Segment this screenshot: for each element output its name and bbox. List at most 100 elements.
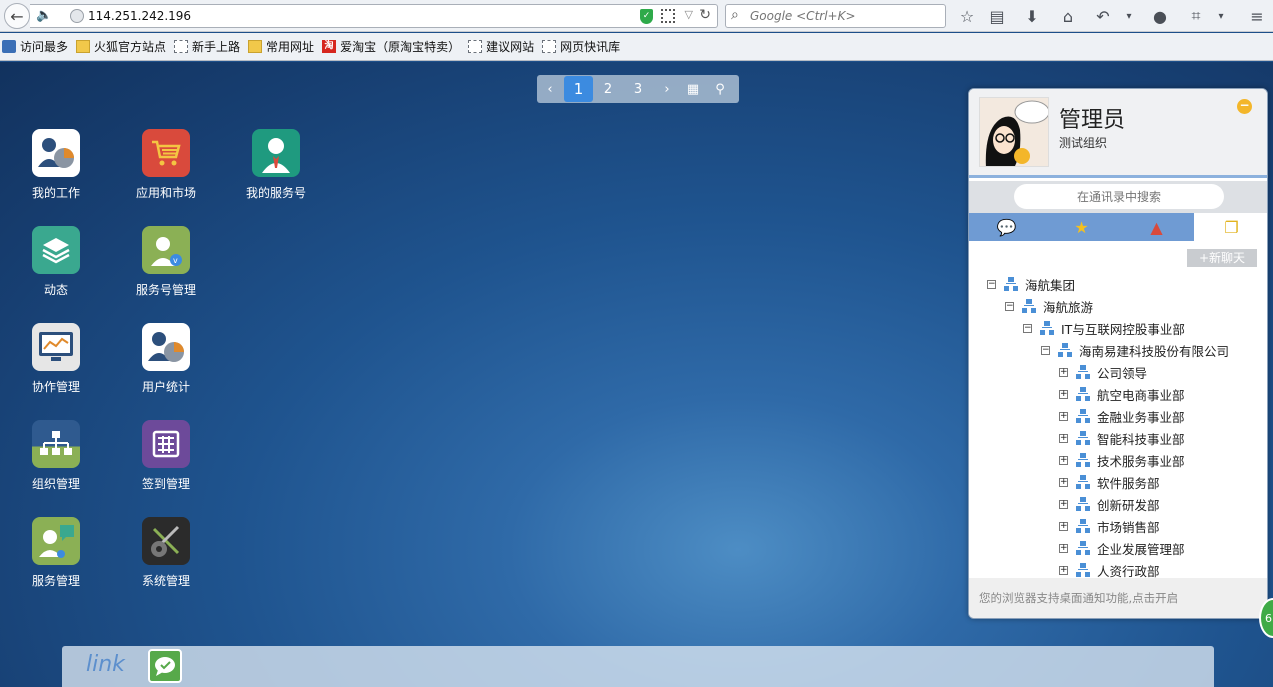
app-my-work[interactable]: 我的工作 <box>6 129 106 201</box>
bookmark-label: 网页快讯库 <box>560 40 621 54</box>
expand-toggle-icon[interactable]: + <box>1059 543 1068 553</box>
search-input[interactable] <box>750 7 940 25</box>
bookmark-star-icon[interactable]: ☆ <box>956 5 978 27</box>
undo-dropdown-icon[interactable]: ▾ <box>1118 5 1140 27</box>
bookmark-getting-started[interactable]: 新手上路 <box>174 38 240 55</box>
shield-icon[interactable]: ✓ <box>640 9 653 24</box>
minimize-button[interactable]: − <box>1237 99 1252 114</box>
tree-node[interactable]: + 技术服务事业部 <box>1059 449 1185 471</box>
app-label: 签到管理 <box>141 477 190 491</box>
tree-node-label: 市场销售部 <box>1097 519 1160 535</box>
app-dynamics[interactable]: 动态 <box>6 226 106 298</box>
collapse-toggle-icon[interactable]: − <box>1005 301 1014 311</box>
url-bar[interactable]: 🔈 114.251.242.196 ✓ ▽ ↻ <box>30 4 718 28</box>
app-system-management[interactable]: 系统管理 <box>116 517 216 589</box>
dock-chat-app[interactable] <box>148 649 182 683</box>
app-label: 我的工作 <box>31 186 80 200</box>
tree-node[interactable]: + 公司领导 <box>1059 361 1147 383</box>
page-button-2[interactable]: 2 <box>597 75 619 103</box>
app-service-account-management[interactable]: v 服务号管理 <box>116 226 216 298</box>
expand-toggle-icon[interactable]: + <box>1059 565 1068 575</box>
bookmark-label: 爱淘宝（原淘宝特卖） <box>340 40 461 54</box>
bookmark-most-visited[interactable]: 访问最多 <box>2 38 68 55</box>
app-checkin-management[interactable]: 签到管理 <box>116 420 216 492</box>
org-unit-icon <box>1075 409 1091 423</box>
notification-prompt[interactable]: 您的浏览器支持桌面通知功能,点击开启 <box>969 578 1267 618</box>
org-unit-icon <box>1075 541 1091 555</box>
tree-node[interactable]: − 海航旅游 <box>1005 295 1093 317</box>
page-button-1[interactable]: 1 <box>564 76 593 102</box>
back-button[interactable]: ← <box>4 3 30 29</box>
tree-node[interactable]: + 金融业务事业部 <box>1059 405 1185 427</box>
tree-node[interactable]: + 人资行政部 <box>1059 559 1160 578</box>
reload-icon[interactable]: ↻ <box>699 7 711 23</box>
tree-node[interactable]: − 海航集团 <box>987 273 1075 295</box>
page-button-3[interactable]: 3 <box>627 75 649 103</box>
tree-node[interactable]: + 航空电商事业部 <box>1059 383 1185 405</box>
collapse-toggle-icon[interactable]: − <box>1041 345 1050 355</box>
expand-toggle-icon[interactable]: + <box>1059 367 1068 377</box>
app-org-management[interactable]: 组织管理 <box>6 420 106 492</box>
site-identity-icon[interactable] <box>70 9 84 23</box>
tools-gear-icon <box>142 517 190 565</box>
speaker-icon[interactable]: 🔈 <box>36 8 52 23</box>
tab-favorites[interactable]: ★ <box>1044 213 1119 241</box>
search-bar[interactable]: ⌕ <box>725 4 946 28</box>
tree-node[interactable]: + 创新研发部 <box>1059 493 1160 515</box>
tree-node[interactable]: + 企业发展管理部 <box>1059 537 1185 559</box>
expand-toggle-icon[interactable]: + <box>1059 455 1068 465</box>
bookmark-common-sites[interactable]: 常用网址 <box>248 38 314 55</box>
bookmark-firefox-official[interactable]: 火狐官方站点 <box>76 38 166 55</box>
tree-node-label: 公司领导 <box>1097 365 1148 381</box>
expand-toggle-icon[interactable]: + <box>1059 411 1068 421</box>
bookmark-label: 新手上路 <box>192 40 241 54</box>
expand-toggle-icon[interactable]: + <box>1059 433 1068 443</box>
menu-icon[interactable]: ≡ <box>1246 5 1268 27</box>
avatar[interactable] <box>979 97 1049 167</box>
app-grid-button[interactable]: ▦ <box>682 75 704 103</box>
home-icon[interactable]: ⌂ <box>1057 5 1079 27</box>
download-icon[interactable]: ⬇ <box>1021 5 1043 27</box>
app-collaboration[interactable]: 协作管理 <box>6 323 106 395</box>
expand-toggle-icon[interactable]: + <box>1059 389 1068 399</box>
tree-node[interactable]: + 软件服务部 <box>1059 471 1160 493</box>
prev-page-button[interactable]: ‹ <box>541 75 559 103</box>
link-logo[interactable]: link <box>86 652 125 677</box>
undo-icon[interactable]: ↶ <box>1092 5 1114 27</box>
user-verified-icon: v <box>142 226 190 274</box>
contacts-search-input[interactable] <box>1014 184 1224 209</box>
desktop-search-button[interactable]: ⚲ <box>709 75 731 103</box>
expand-toggle-icon[interactable]: + <box>1059 477 1068 487</box>
tree-node[interactable]: + 智能科技事业部 <box>1059 427 1185 449</box>
tab-contacts[interactable]: ▲ <box>1119 213 1194 241</box>
bookmark-suggested-sites[interactable]: 建议网站 <box>468 38 534 55</box>
qr-code-icon[interactable] <box>661 9 675 23</box>
app-service-management[interactable]: 服务管理 <box>6 517 106 589</box>
tab-chats[interactable]: 💬 <box>969 213 1044 241</box>
app-label: 我的服务号 <box>245 186 306 200</box>
tree-node[interactable]: + 市场销售部 <box>1059 515 1160 537</box>
next-page-button[interactable]: › <box>658 75 676 103</box>
chat-icon[interactable]: ● <box>1149 5 1171 27</box>
app-apps-and-market[interactable]: 应用和市场 <box>116 129 216 201</box>
expand-toggle-icon[interactable]: + <box>1059 499 1068 509</box>
bookmark-web-slice-gallery[interactable]: 网页快讯库 <box>542 38 620 55</box>
crop-dropdown-icon[interactable]: ▾ <box>1210 5 1232 27</box>
bookmark-taobao[interactable]: 淘爱淘宝（原淘宝特卖） <box>322 38 460 55</box>
tree-node-label: 海航旅游 <box>1043 299 1094 315</box>
tree-node[interactable]: − IT与互联网控股事业部 <box>1023 317 1185 339</box>
url-text[interactable]: 114.251.242.196 <box>88 9 191 23</box>
collapse-toggle-icon[interactable]: − <box>1023 323 1032 333</box>
expand-toggle-icon[interactable]: + <box>1059 521 1068 531</box>
app-user-statistics[interactable]: 用户统计 <box>116 323 216 395</box>
app-my-service-account[interactable]: 我的服务号 <box>226 129 326 201</box>
tab-organization[interactable]: ❐ <box>1194 213 1267 241</box>
star-icon: ★ <box>1074 217 1089 237</box>
history-dropdown-icon[interactable]: ▽ <box>685 8 693 21</box>
screenshot-crop-icon[interactable]: ⌗ <box>1185 5 1207 27</box>
new-chat-button[interactable]: +新聊天 <box>1187 249 1257 267</box>
collapse-toggle-icon[interactable]: − <box>987 279 996 289</box>
reading-list-icon[interactable]: ▤ <box>986 5 1008 27</box>
tree-node-label: IT与互联网控股事业部 <box>1061 321 1185 337</box>
tree-node[interactable]: − 海南易建科技股份有限公司 <box>1041 339 1229 361</box>
